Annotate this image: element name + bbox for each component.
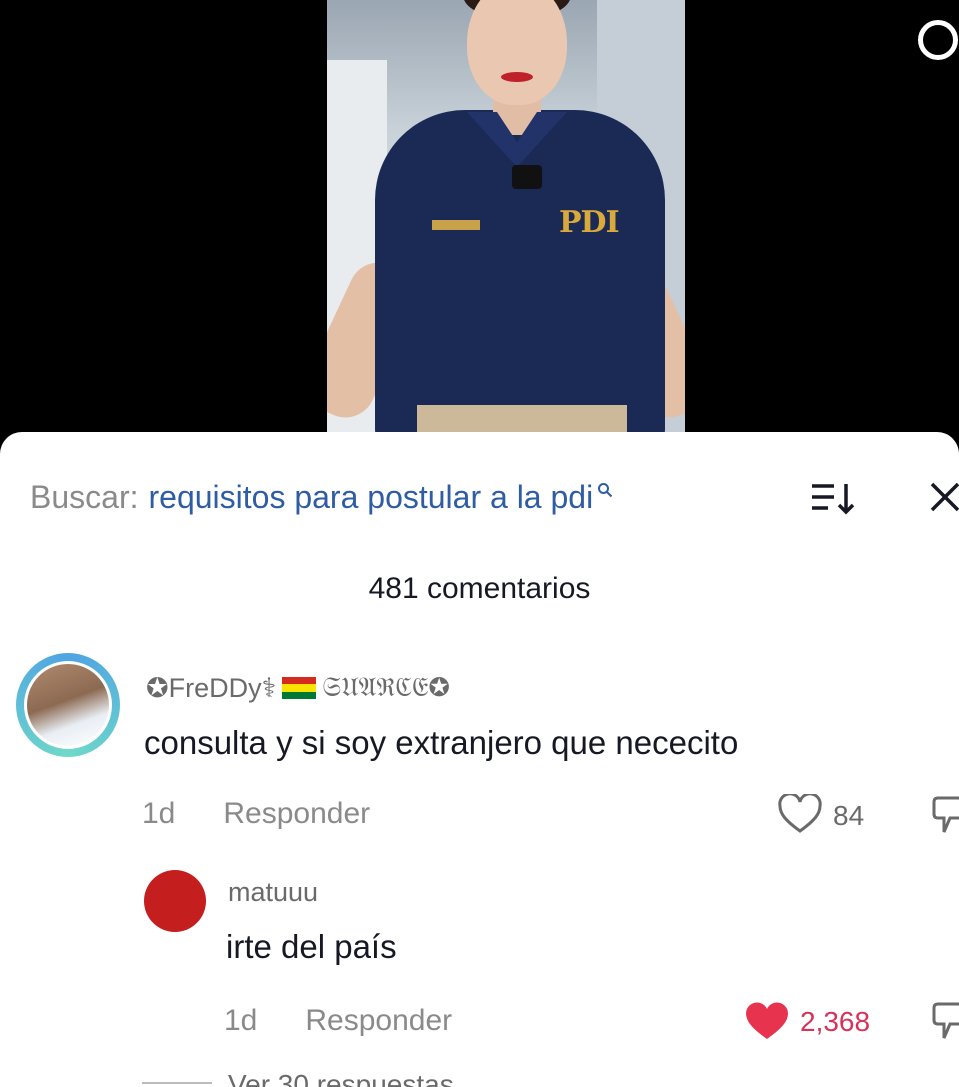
bolivia-flag-icon — [282, 677, 317, 699]
comment-text: irte del país — [226, 928, 397, 965]
heart-filled-icon[interactable] — [744, 1000, 790, 1042]
pdi-logo: PDI — [559, 205, 620, 240]
reply-button[interactable]: Responder — [223, 797, 370, 831]
video-frame[interactable]: PDI — [327, 0, 685, 440]
close-icon[interactable] — [928, 480, 959, 514]
lapel-microphone — [512, 165, 542, 189]
comment-meta: 1d Responder — [142, 797, 370, 831]
view-replies-button[interactable]: Ver 30 respuestas ⌄ — [228, 1068, 485, 1087]
comment-meta: 1d Responder — [224, 1004, 452, 1038]
comment-username[interactable]: matuuu — [228, 877, 318, 908]
comment-age: 1d — [224, 1004, 258, 1037]
comments-panel: Buscar: requisitos para postular a la pd… — [0, 432, 959, 1087]
search-query-link[interactable]: requisitos para postular a la pdi — [148, 479, 593, 516]
username-part: ✪FreDDy⚕ — [146, 672, 277, 703]
search-suggestion[interactable]: Buscar: requisitos para postular a la pd… — [30, 477, 613, 517]
search-mini-icon — [598, 483, 613, 498]
search-icon[interactable] — [918, 20, 958, 60]
username-part: 𝔖𝔘𝔄ℜℭ𝔈✪ — [322, 672, 450, 702]
sort-icon[interactable] — [810, 480, 856, 516]
like-count: 2,368 — [800, 1006, 871, 1037]
avatar[interactable] — [144, 870, 206, 932]
dislike-icon[interactable] — [930, 1000, 959, 1044]
comment-username[interactable]: ✪FreDDy⚕ 𝔖𝔘𝔄ℜℭ𝔈✪ — [146, 672, 450, 704]
heart-icon[interactable] — [778, 794, 822, 834]
divider — [142, 1082, 212, 1084]
reply-button[interactable]: Responder — [305, 1004, 452, 1038]
avatar-photo — [27, 664, 109, 746]
dislike-icon[interactable] — [930, 794, 959, 838]
avatar[interactable] — [16, 653, 120, 757]
comment-text: consulta y si soy extranjero que nececit… — [144, 724, 739, 761]
name-tag — [432, 220, 480, 230]
like-count: 84 — [833, 800, 865, 831]
avatar-ring — [24, 661, 112, 749]
comments-count: 481 comentarios — [368, 572, 591, 605]
face — [467, 0, 567, 105]
video-player[interactable]: PDI — [0, 0, 959, 440]
lips — [501, 72, 533, 82]
comment-age: 1d — [142, 797, 176, 830]
search-prefix: Buscar: — [30, 478, 139, 515]
